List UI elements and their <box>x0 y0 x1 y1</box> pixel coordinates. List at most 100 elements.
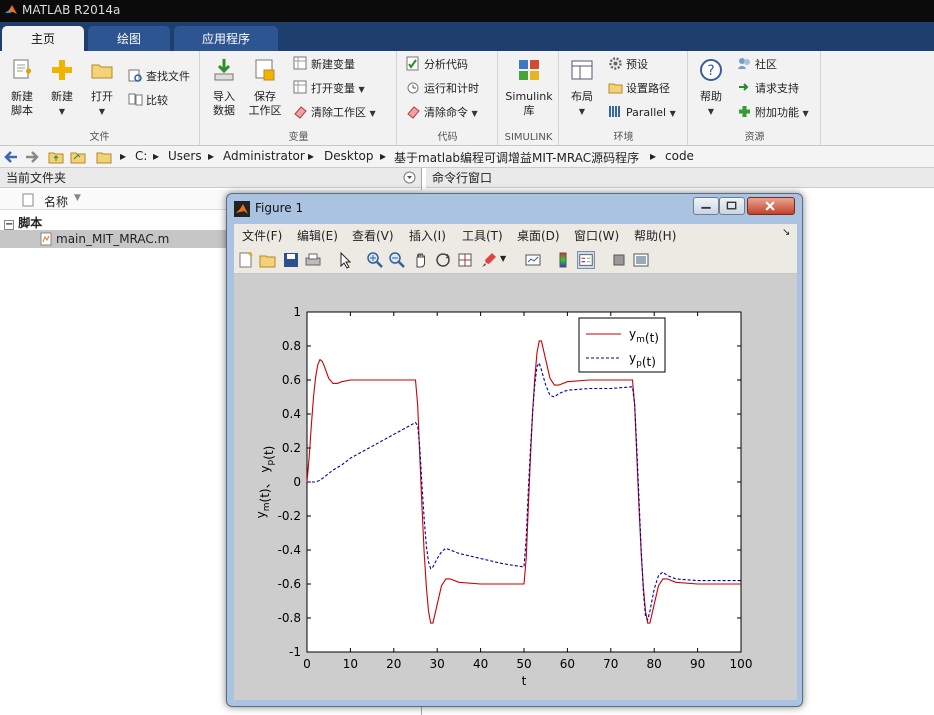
menu-window[interactable]: 窗口(W) <box>574 227 619 244</box>
line-chart: 0 10 20 30 40 50 60 70 80 90 100-1-0.8-0.6-0.4-0.2… <box>254 305 752 688</box>
ribbon-section-variable: 导入 数据 保存 工作区 新建变量 打开变量 ▼ 清除工作区 ▼ 变量 <box>201 51 397 145</box>
x-tick-label: 70 <box>603 657 618 671</box>
tab-home[interactable]: 主页 <box>2 26 84 52</box>
data-cursor-icon[interactable] <box>456 251 474 269</box>
set-path-button[interactable]: 设置路径 <box>608 79 670 99</box>
new-script-button[interactable]: 新建 脚本 <box>4 57 40 118</box>
link-plot-icon[interactable] <box>524 251 542 269</box>
figure-window[interactable]: Figure 1 文件(F) 编辑(E) 查看(V) 插入(I) 工具(T) 桌… <box>226 193 803 707</box>
breadcrumb-item[interactable]: Users <box>168 149 202 163</box>
tab-plots[interactable]: 绘图 <box>88 26 170 52</box>
gear-icon <box>609 57 622 70</box>
menu-desktop[interactable]: 桌面(D) <box>517 227 560 244</box>
run-and-time-button[interactable]: 运行和计时 <box>406 79 479 99</box>
minimize-icon <box>701 206 711 209</box>
layout-label: 布局 <box>571 90 593 103</box>
variable-section-label: 变量 <box>288 132 309 143</box>
preferences-label: 预设 <box>626 58 648 71</box>
find-files-button[interactable]: 查找文件 <box>128 67 190 87</box>
ribbon-section-file: 新建 脚本 新建 ▼ 打开 ▼ 查找文件 比较 文件 <box>0 51 200 145</box>
y-tick-label: 0.6 <box>282 373 301 387</box>
import-data-label: 导入 数据 <box>213 90 235 117</box>
layout-button[interactable]: 布局 ▼ <box>564 57 600 119</box>
group-header[interactable]: − 脚本 <box>4 214 42 231</box>
chevron-down-icon[interactable]: ▼ <box>500 254 506 263</box>
open-variable-button[interactable]: 打开变量 ▼ <box>293 79 365 99</box>
open-button[interactable]: 打开 ▼ <box>84 57 120 119</box>
y-tick-label: 0 <box>293 475 301 489</box>
folder-icon <box>91 64 113 79</box>
clear-workspace-button[interactable]: 清除工作区 ▼ <box>293 103 376 123</box>
new-figure-icon[interactable] <box>237 251 255 269</box>
new-button[interactable]: 新建 ▼ <box>44 57 80 119</box>
menu-tools[interactable]: 工具(T) <box>462 227 503 244</box>
maximize-button[interactable] <box>719 197 745 215</box>
current-folder-title: 当前文件夹 <box>6 171 67 185</box>
browse-folder-icon[interactable] <box>70 149 86 165</box>
rotate-3d-icon[interactable] <box>434 251 452 269</box>
preferences-button[interactable]: 预设 <box>608 55 648 75</box>
new-variable-button[interactable]: 新建变量 <box>293 55 355 75</box>
menu-help[interactable]: 帮助(H) <box>634 227 676 244</box>
back-arrow-icon[interactable] <box>3 149 19 165</box>
brush-icon[interactable] <box>480 251 498 269</box>
hide-plot-tools-icon[interactable] <box>610 251 628 269</box>
help-icon: ? <box>700 59 722 81</box>
breadcrumb-separator-icon: ▸ <box>380 149 387 163</box>
dock-arrow-icon[interactable]: ↘ <box>782 227 790 238</box>
find-files-icon <box>128 69 142 82</box>
panel-menu-icon[interactable] <box>403 171 416 184</box>
figure-title: Figure 1 <box>255 201 304 215</box>
addons-button[interactable]: 附加功能 ▼ <box>737 103 809 123</box>
menu-insert[interactable]: 插入(I) <box>409 227 446 244</box>
help-button[interactable]: ? 帮助 ▼ <box>693 57 729 119</box>
folder-icon <box>96 152 112 164</box>
save-icon[interactable] <box>282 251 300 269</box>
compare-button[interactable]: 比较 <box>128 91 168 111</box>
x-tick-label: 40 <box>473 657 488 671</box>
legend[interactable]: ym(t)yp(t) <box>578 317 666 373</box>
breadcrumb-item[interactable]: Administrator <box>223 149 305 163</box>
zoom-in-icon[interactable] <box>366 251 384 269</box>
forward-arrow-icon[interactable] <box>24 149 40 165</box>
simulink-library-button[interactable]: Simulink 库 <box>503 57 555 118</box>
show-plot-tools-icon[interactable] <box>632 251 650 269</box>
breadcrumb-item[interactable]: 基于matlab编程可调增益MIT-MRAC源码程序 <box>394 149 639 166</box>
parallel-label: Parallel <box>626 106 667 119</box>
save-workspace-label: 保存 工作区 <box>248 90 282 117</box>
breadcrumb-item[interactable]: code <box>665 149 694 163</box>
print-icon[interactable] <box>304 251 322 269</box>
x-tick-label: 90 <box>690 657 705 671</box>
parallel-button[interactable]: Parallel ▼ <box>608 103 676 123</box>
select-arrow-icon[interactable] <box>336 251 354 269</box>
close-button[interactable] <box>747 197 795 215</box>
chevron-down-icon: ▼ <box>369 109 376 118</box>
pan-hand-icon[interactable] <box>412 251 430 269</box>
analyze-code-button[interactable]: 分析代码 <box>406 55 468 75</box>
colorbar-icon[interactable] <box>554 251 572 269</box>
tab-apps[interactable]: 应用程序 <box>174 26 278 52</box>
new-script-icon <box>13 59 31 79</box>
import-data-button[interactable]: 导入 数据 <box>205 57 243 118</box>
save-workspace-button[interactable]: 保存 工作区 <box>245 57 285 118</box>
breadcrumb-item[interactable]: C: <box>135 149 147 163</box>
figure-toolbar: ▼ <box>234 246 797 274</box>
code-section-label: 代码 <box>437 132 458 143</box>
column-name-header[interactable]: 名称 <box>44 193 68 210</box>
breadcrumb-item[interactable]: Desktop <box>324 149 374 163</box>
community-button[interactable]: 社区 <box>737 55 777 75</box>
open-file-icon[interactable] <box>259 251 277 269</box>
plot-canvas[interactable]: 0 10 20 30 40 50 60 70 80 90 100 -1 -0.8 -0.6 -0.4 -0.2… <box>234 274 797 700</box>
up-folder-icon[interactable] <box>48 149 64 165</box>
menu-view[interactable]: 查看(V) <box>352 227 394 244</box>
menu-edit[interactable]: 编辑(E) <box>297 227 338 244</box>
minimize-button[interactable] <box>693 197 719 215</box>
ribbon: 新建 脚本 新建 ▼ 打开 ▼ 查找文件 比较 文件 导入 数据 保存 工作区 新建… <box>0 51 934 146</box>
collapse-icon[interactable]: − <box>4 220 14 230</box>
menu-file[interactable]: 文件(F) <box>242 227 282 244</box>
legend-icon[interactable] <box>577 251 595 269</box>
request-support-button[interactable]: 请求支持 <box>737 79 799 99</box>
zoom-out-icon[interactable] <box>388 251 406 269</box>
clear-commands-button[interactable]: 清除命令 ▼ <box>406 103 478 123</box>
chevron-down-icon: ▼ <box>58 107 66 116</box>
